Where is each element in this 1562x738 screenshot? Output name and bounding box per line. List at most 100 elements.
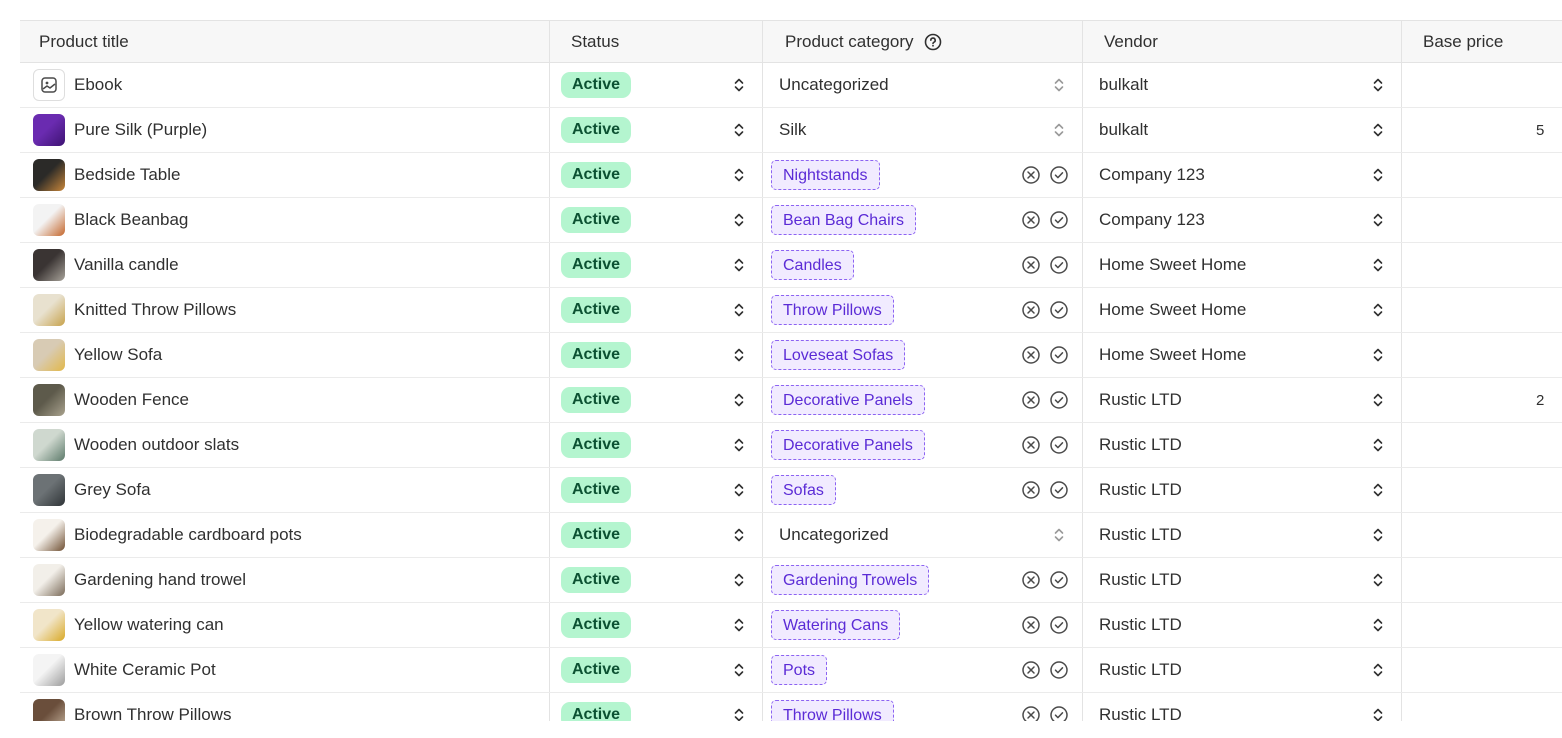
product-title-cell[interactable]: Wooden Fence (20, 378, 550, 422)
product-title[interactable]: Yellow Sofa (74, 345, 162, 365)
base-price-cell[interactable] (1402, 693, 1562, 721)
chevron-up-down-icon[interactable] (1371, 615, 1385, 635)
product-title-cell[interactable]: Yellow Sofa (20, 333, 550, 377)
header-status[interactable]: Status (550, 21, 763, 62)
category-cell[interactable]: Sofas (763, 468, 1083, 512)
x-circle-icon[interactable] (1021, 345, 1041, 365)
table-row[interactable]: Ebook Active Uncategorized bulkalt (20, 63, 1562, 108)
check-circle-icon[interactable] (1049, 660, 1069, 680)
category-cell[interactable]: Throw Pillows (763, 693, 1083, 721)
chevron-up-down-icon[interactable] (732, 390, 746, 410)
status-cell[interactable]: Active (550, 333, 763, 377)
chevron-up-down-icon[interactable] (732, 525, 746, 545)
category-suggestion-tag[interactable]: Pots (771, 655, 828, 685)
vendor-cell[interactable]: Company 123 (1083, 198, 1402, 242)
product-title[interactable]: Grey Sofa (74, 480, 151, 500)
x-circle-icon[interactable] (1021, 480, 1041, 500)
vendor-cell[interactable]: Rustic LTD (1083, 648, 1402, 692)
chevron-up-down-icon[interactable] (1371, 255, 1385, 275)
category-cell[interactable]: Decorative Panels (763, 423, 1083, 467)
chevron-up-down-icon[interactable] (732, 615, 746, 635)
product-title[interactable]: Pure Silk (Purple) (74, 120, 207, 140)
check-circle-icon[interactable] (1049, 300, 1069, 320)
table-row[interactable]: White Ceramic Pot Active Pots Rustic LTD (20, 648, 1562, 693)
category-cell[interactable]: Watering Cans (763, 603, 1083, 647)
chevron-up-down-icon[interactable] (1371, 345, 1385, 365)
vendor-cell[interactable]: bulkalt (1083, 63, 1402, 107)
category-suggestion-tag[interactable]: Throw Pillows (771, 295, 894, 325)
table-row[interactable]: Wooden outdoor slats Active Decorative Pan… (20, 423, 1562, 468)
x-circle-icon[interactable] (1021, 390, 1041, 410)
chevron-up-down-icon[interactable] (732, 480, 746, 500)
table-row[interactable]: Bedside Table Active Nightstands Company 12… (20, 153, 1562, 198)
category-suggestion-tag[interactable]: Watering Cans (771, 610, 901, 640)
product-title-cell[interactable]: Black Beanbag (20, 198, 550, 242)
chevron-up-down-icon[interactable] (732, 570, 746, 590)
product-title[interactable]: Brown Throw Pillows (74, 705, 231, 721)
vendor-cell[interactable]: Rustic LTD (1083, 603, 1402, 647)
chevron-up-down-icon[interactable] (1371, 705, 1385, 721)
check-circle-icon[interactable] (1049, 435, 1069, 455)
check-circle-icon[interactable] (1049, 255, 1069, 275)
vendor-cell[interactable]: Rustic LTD (1083, 693, 1402, 721)
chevron-up-down-icon[interactable] (1052, 120, 1066, 140)
chevron-up-down-icon[interactable] (732, 210, 746, 230)
table-row[interactable]: Pure Silk (Purple) Active Silk bulkalt 5 (20, 108, 1562, 153)
category-cell[interactable]: Loveseat Sofas (763, 333, 1083, 377)
base-price-cell[interactable] (1402, 423, 1562, 467)
product-title[interactable]: Wooden Fence (74, 390, 189, 410)
base-price-cell[interactable] (1402, 333, 1562, 377)
table-row[interactable]: Vanilla candle Active Candles Home Sweet Ho… (20, 243, 1562, 288)
base-price-cell[interactable] (1402, 198, 1562, 242)
check-circle-icon[interactable] (1049, 345, 1069, 365)
category-cell[interactable]: Candles (763, 243, 1083, 287)
chevron-up-down-icon[interactable] (1371, 75, 1385, 95)
x-circle-icon[interactable] (1021, 300, 1041, 320)
product-title-cell[interactable]: Gardening hand trowel (20, 558, 550, 602)
category-cell[interactable]: Pots (763, 648, 1083, 692)
chevron-up-down-icon[interactable] (1371, 210, 1385, 230)
base-price-cell[interactable] (1402, 513, 1562, 557)
base-price-cell[interactable] (1402, 558, 1562, 602)
chevron-up-down-icon[interactable] (1371, 570, 1385, 590)
product-title[interactable]: Yellow watering can (74, 615, 224, 635)
table-row[interactable]: Grey Sofa Active Sofas Rustic LTD (20, 468, 1562, 513)
status-cell[interactable]: Active (550, 468, 763, 512)
product-title-cell[interactable]: Brown Throw Pillows (20, 693, 550, 721)
product-title[interactable]: Gardening hand trowel (74, 570, 246, 590)
status-cell[interactable]: Active (550, 693, 763, 721)
product-title[interactable]: Knitted Throw Pillows (74, 300, 236, 320)
status-cell[interactable]: Active (550, 648, 763, 692)
check-circle-icon[interactable] (1049, 480, 1069, 500)
product-title-cell[interactable]: Wooden outdoor slats (20, 423, 550, 467)
table-row[interactable]: Black Beanbag Active Bean Bag Chairs Compan… (20, 198, 1562, 243)
check-circle-icon[interactable] (1049, 615, 1069, 635)
check-circle-icon[interactable] (1049, 570, 1069, 590)
x-circle-icon[interactable] (1021, 570, 1041, 590)
chevron-up-down-icon[interactable] (1371, 390, 1385, 410)
status-cell[interactable]: Active (550, 243, 763, 287)
table-row[interactable]: Yellow Sofa Active Loveseat Sofas Home Swee… (20, 333, 1562, 378)
chevron-up-down-icon[interactable] (732, 705, 746, 721)
vendor-cell[interactable]: Rustic LTD (1083, 378, 1402, 422)
product-title-cell[interactable]: Bedside Table (20, 153, 550, 197)
status-cell[interactable]: Active (550, 513, 763, 557)
vendor-cell[interactable]: Rustic LTD (1083, 423, 1402, 467)
chevron-up-down-icon[interactable] (1371, 435, 1385, 455)
table-row[interactable]: Wooden Fence Active Decorative Panels Rusti… (20, 378, 1562, 423)
header-product-category[interactable]: Product category (763, 21, 1083, 62)
status-cell[interactable]: Active (550, 108, 763, 152)
status-cell[interactable]: Active (550, 603, 763, 647)
chevron-up-down-icon[interactable] (732, 165, 746, 185)
header-base-price[interactable]: Base price (1402, 21, 1562, 62)
chevron-up-down-icon[interactable] (1371, 300, 1385, 320)
status-cell[interactable]: Active (550, 198, 763, 242)
product-title[interactable]: Ebook (74, 75, 122, 95)
vendor-cell[interactable]: Home Sweet Home (1083, 333, 1402, 377)
base-price-cell[interactable]: 2 (1402, 378, 1562, 422)
chevron-up-down-icon[interactable] (732, 435, 746, 455)
category-cell[interactable]: Nightstands (763, 153, 1083, 197)
category-suggestion-tag[interactable]: Decorative Panels (771, 385, 925, 415)
chevron-up-down-icon[interactable] (732, 120, 746, 140)
category-cell[interactable]: Uncategorized (763, 63, 1083, 107)
